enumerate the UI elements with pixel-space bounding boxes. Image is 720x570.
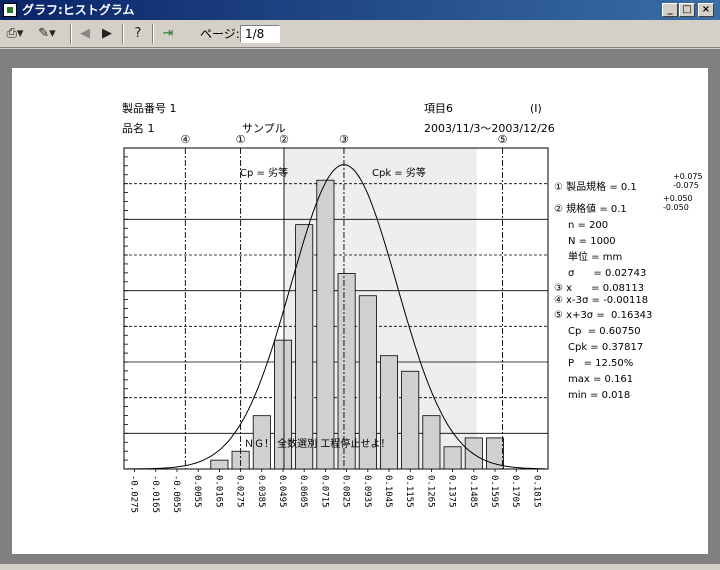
histogram-bar: [422, 415, 441, 470]
stat-xbar: ③ x = 0.08113: [554, 283, 644, 294]
date-range: 2003/11/3～2003/12/26: [424, 122, 555, 135]
stat-max: max = 0.161: [568, 374, 633, 385]
x-tick-label: 0.0605: [298, 475, 308, 508]
stat-p: P = 12.50%: [568, 358, 633, 369]
histogram-bar: [210, 459, 229, 470]
x-tick-label: 0.0825: [341, 475, 351, 508]
histogram-report: 製品番号 1 項目6 (I) 品名 1 サンプル 2003/11/3～2003/…: [122, 101, 703, 513]
stat-N: N = 1000: [568, 236, 616, 247]
product-name: 品名 1: [122, 121, 155, 135]
marker-label: ③: [339, 133, 349, 146]
histogram-bar: [443, 446, 462, 470]
marker-label: ④: [180, 133, 190, 146]
stats-panel: ① 製品規格 = 0.1 +0.075 -0.075 ② 規格値 = 0.1 +…: [554, 172, 703, 401]
x-tick-label: 0.0935: [362, 475, 372, 508]
histogram-bar: [316, 179, 335, 470]
x-tick-label: 0.1705: [510, 475, 520, 508]
item-label: 項目6: [424, 102, 453, 115]
i-mark: (I): [530, 102, 542, 115]
x-tick-label: 0.1045: [383, 475, 393, 508]
stat-xbar-minus: ④ x-3σ = -0.00118: [554, 295, 648, 306]
spec1-text: ① 製品規格 = 0.1: [554, 180, 637, 193]
stat-cp: Cp = 0.60750: [568, 326, 641, 337]
ng-message: ＮＧ！ 全数選別 工程停止せよ！: [244, 437, 390, 450]
x-tick-label: 0.0165: [213, 475, 223, 508]
x-tick-label: 0.1155: [404, 475, 414, 508]
histogram-chart: ① ② ③ ④ ⑤ Cp = 劣等 Cpk = 劣等 ＮＧ！ 全数選別 工程停止せよ！ -0.0…: [123, 133, 549, 513]
cp-grade: Cp = 劣等: [240, 166, 288, 179]
histogram-bar: [379, 355, 398, 470]
spec2-text: ② 規格値 = 0.1: [554, 202, 627, 215]
stat-cpk: Cpk = 0.37817: [568, 342, 643, 353]
x-tick-label: 0.0715: [319, 475, 329, 508]
stat-xbar-plus: ⑤ x+3σ = 0.16343: [554, 310, 652, 321]
x-tick-label: 0.0385: [256, 475, 266, 508]
x-tick-label: 0.1595: [489, 475, 499, 508]
stat-unit: 単位 = mm: [568, 250, 622, 263]
x-tick-label: 0.0275: [235, 475, 245, 508]
x-tick-label: 0.1265: [425, 475, 435, 508]
marker-label: ⑤: [498, 133, 508, 146]
x-tick-label: 0.1375: [447, 475, 457, 508]
stat-min: min = 0.018: [568, 390, 630, 401]
x-tick-label: -0.0275: [129, 475, 139, 513]
x-tick-label: -0.0055: [171, 475, 181, 513]
marker-label: ①: [236, 133, 246, 146]
spec2-plus: +0.050: [663, 194, 693, 203]
marker-label: ②: [279, 133, 289, 146]
spec2-minus: -0.050: [663, 203, 689, 212]
x-tick-label: 0.1815: [531, 475, 541, 508]
product-number: 製品番号 1: [122, 101, 177, 115]
spec1-minus: -0.075: [673, 181, 699, 190]
x-tick-label: 0.0495: [277, 475, 287, 508]
cpk-grade: Cpk = 劣等: [372, 166, 426, 179]
stat-sigma: σ = 0.02743: [568, 268, 646, 279]
x-tick-label: 0.1485: [468, 475, 478, 508]
x-tick-label: 0.0055: [192, 475, 202, 508]
spec1-plus: +0.075: [673, 172, 703, 181]
histogram-bar: [401, 370, 420, 470]
x-tick-label: -0.0165: [150, 475, 160, 513]
stat-n: n = 200: [568, 220, 608, 231]
